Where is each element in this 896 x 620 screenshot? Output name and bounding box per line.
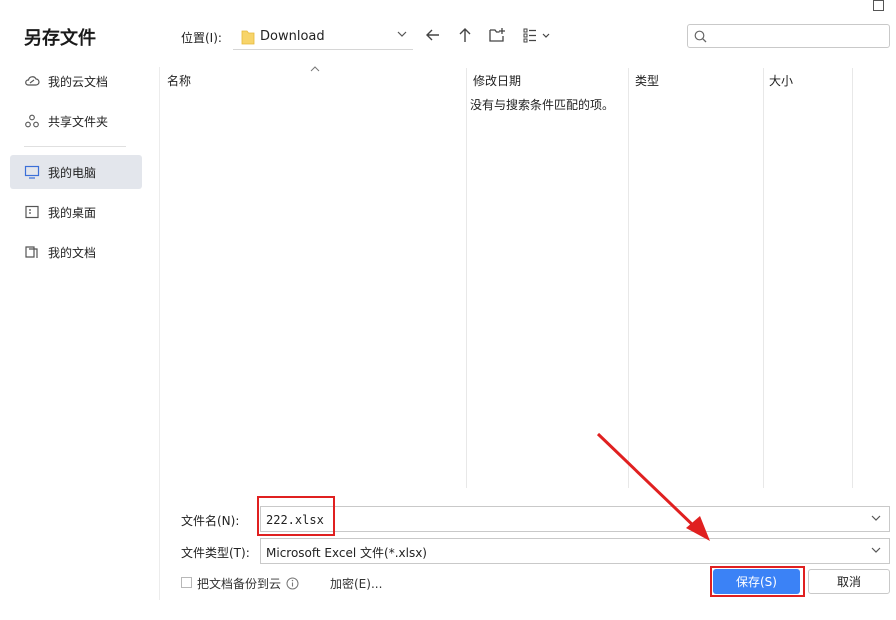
info-icon[interactable] bbox=[286, 577, 299, 590]
view-options-icon[interactable] bbox=[523, 27, 553, 43]
chevron-down-icon[interactable] bbox=[397, 30, 407, 38]
search-icon bbox=[694, 30, 707, 43]
up-arrow-icon[interactable] bbox=[457, 27, 473, 43]
maximize-icon[interactable] bbox=[873, 0, 884, 11]
sort-ascending-icon bbox=[310, 66, 320, 72]
column-header-modified[interactable]: 修改日期 bbox=[473, 72, 521, 89]
column-header-type[interactable]: 类型 bbox=[635, 72, 659, 89]
column-divider[interactable] bbox=[466, 68, 467, 488]
sidebar-item-cloud-docs[interactable]: 我的云文档 bbox=[10, 64, 142, 98]
column-header-name[interactable]: 名称 bbox=[167, 72, 191, 89]
desktop-icon bbox=[25, 205, 39, 219]
sidebar-item-label: 我的云文档 bbox=[48, 74, 109, 89]
sidebar-item-my-desktop[interactable]: 我的桌面 bbox=[10, 195, 142, 229]
new-folder-icon[interactable] bbox=[489, 27, 506, 43]
sidebar-item-label: 我的文档 bbox=[48, 245, 97, 260]
filetype-value: Microsoft Excel 文件(*.xlsx) bbox=[266, 546, 427, 560]
folder-icon bbox=[241, 30, 255, 45]
encrypt-link[interactable]: 加密(E)... bbox=[330, 575, 382, 592]
cloud-icon bbox=[25, 76, 40, 86]
filename-field[interactable] bbox=[260, 506, 890, 532]
share-icon bbox=[25, 114, 39, 128]
location-value: Download bbox=[260, 29, 325, 44]
monitor-icon bbox=[24, 165, 40, 179]
filetype-label: 文件类型(T): bbox=[181, 546, 250, 560]
location-label: 位置(I): bbox=[181, 31, 222, 45]
save-highlight-box bbox=[710, 566, 805, 597]
documents-icon bbox=[25, 246, 38, 258]
sidebar-item-label: 共享文件夹 bbox=[48, 114, 109, 129]
cancel-button[interactable]: 取消 bbox=[808, 569, 890, 594]
empty-list-message: 没有与搜索条件匹配的项。 bbox=[470, 98, 615, 112]
sidebar-item-label: 我的桌面 bbox=[48, 205, 97, 220]
sidebar-border bbox=[159, 67, 160, 600]
filename-highlight-box bbox=[257, 496, 335, 536]
sidebar-divider bbox=[24, 146, 126, 147]
sidebar-item-shared-folder[interactable]: 共享文件夹 bbox=[10, 104, 142, 138]
chevron-down-icon[interactable] bbox=[871, 546, 881, 554]
chevron-down-icon[interactable] bbox=[871, 514, 881, 522]
back-arrow-icon[interactable] bbox=[425, 27, 441, 43]
dialog-title: 另存文件 bbox=[24, 28, 96, 49]
sidebar-item-my-documents[interactable]: 我的文档 bbox=[10, 235, 142, 269]
column-divider[interactable] bbox=[763, 68, 764, 488]
backup-label[interactable]: 把文档备份到云 bbox=[197, 575, 281, 592]
annotation-arrow bbox=[596, 432, 710, 541]
sidebar-item-label: 我的电脑 bbox=[48, 165, 97, 180]
backup-checkbox[interactable] bbox=[181, 577, 192, 588]
column-divider[interactable] bbox=[852, 68, 853, 488]
column-header-size[interactable]: 大小 bbox=[769, 72, 793, 89]
search-input[interactable] bbox=[687, 24, 890, 48]
sidebar-item-my-computer[interactable]: 我的电脑 bbox=[10, 155, 142, 189]
column-divider[interactable] bbox=[628, 68, 629, 488]
filename-label: 文件名(N): bbox=[181, 514, 240, 528]
